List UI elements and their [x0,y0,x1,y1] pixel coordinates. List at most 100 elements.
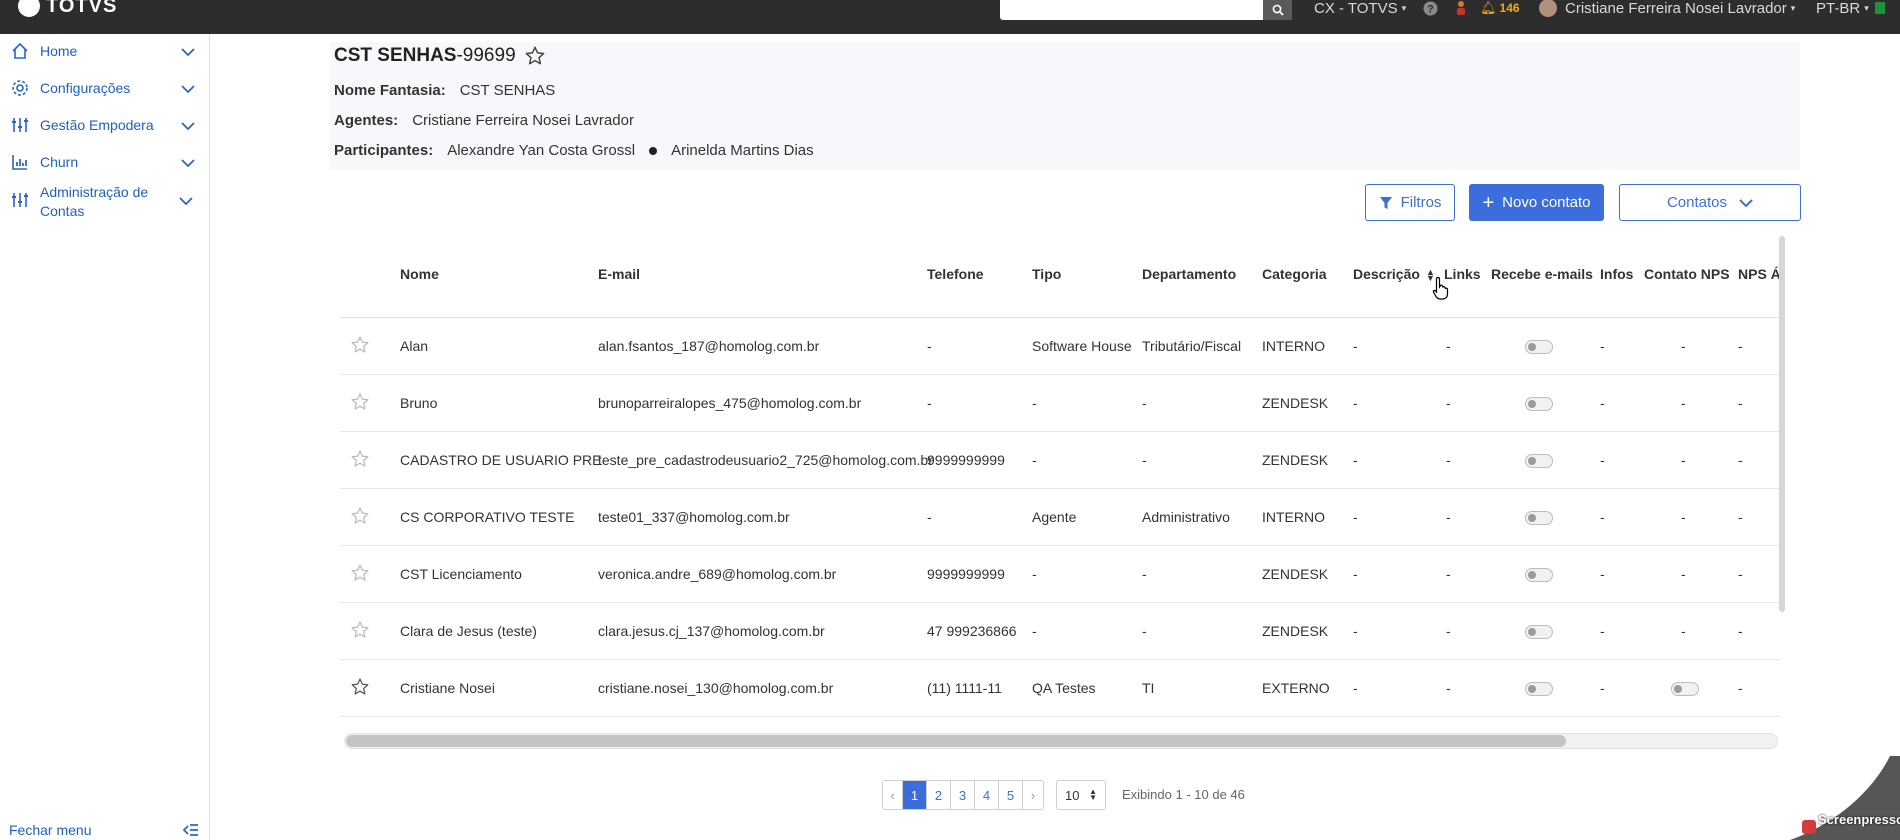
new-contact-label: Novo contato [1502,194,1591,211]
page-size-select[interactable]: 10 ▲ ▼ [1056,780,1106,810]
cell-categoria: ZENDESK [1262,452,1329,468]
receive-emails-toggle[interactable] [1525,454,1553,468]
table-row[interactable]: CS CORPORATIVO TESTE teste01_337@homolog.… [340,489,1780,546]
page-button[interactable]: 4 [975,781,999,809]
fantasy-name-value: CST SENHAS [459,82,556,99]
search-button[interactable] [1263,0,1292,20]
column-header-categoria[interactable]: Categoria [1262,266,1327,282]
column-header-descricao[interactable]: Descrição ▲ ▼ [1353,266,1435,283]
cell-tipo: - [1032,452,1037,468]
vertical-scrollbar[interactable] [1779,236,1785,612]
sidebar-item-home[interactable]: Home [0,42,210,62]
favorite-star-icon[interactable] [350,449,370,469]
participant-name: Arinelda Martins Dias [671,142,814,159]
chevron-down-icon [181,159,195,168]
language-selector[interactable]: PT-BR ▾ [1816,0,1885,17]
prev-page-button[interactable]: ‹ [883,781,903,809]
receive-emails-toggle[interactable] [1525,568,1553,582]
fantasy-name-row: Nome Fantasia: CST SENHAS [334,82,555,99]
sidebar-item-label: Administração de Contas [40,184,149,219]
page-button[interactable]: 1 [903,781,927,809]
cell-telefone: 47 999236866 [927,623,1017,639]
scrollbar-thumb[interactable] [346,735,1566,747]
close-menu-button[interactable]: Fechar menu [9,820,199,840]
sidebar-item-administracao-de-contas[interactable]: Administração de Contas [0,183,210,221]
cell-categoria: INTERNO [1262,509,1325,525]
cell-email: veronica.andre_689@homolog.com.br [598,566,837,582]
column-header-contato-nps[interactable]: Contato NPS [1644,266,1730,282]
table-row[interactable]: Cristiane Nosei cristiane.nosei_130@homol… [340,660,1780,717]
user-menu[interactable]: Cristiane Ferreira Nosei Lavrador ▾ [1539,0,1796,17]
company-selector[interactable]: CX - TOTVS ▾ [1314,0,1406,17]
cell-links: - [1446,338,1451,354]
receive-emails-toggle[interactable] [1525,340,1553,354]
favorite-star-icon[interactable] [350,677,370,697]
column-header-email[interactable]: E-mail [598,266,640,282]
next-page-button[interactable]: › [1023,781,1043,809]
cell-departamento: - [1142,395,1147,411]
brand-logo[interactable]: TOTVS [18,0,117,18]
brand-name: TOTVS [46,0,118,17]
sidebar-item-configuracoes[interactable]: Configurações [0,79,210,99]
favorite-star-icon[interactable] [350,506,370,526]
page-button[interactable]: 2 [927,781,951,809]
contacts-label: Contatos [1666,194,1728,211]
close-menu-label: Fechar menu [9,822,92,838]
column-header-nps[interactable]: NPS Á [1738,266,1780,282]
page-button[interactable]: 3 [951,781,975,809]
results-count: Exibindo 1 - 10 de 46 [1122,787,1245,802]
contacts-dropdown[interactable]: Contatos [1619,184,1801,221]
contato-nps-toggle[interactable] [1671,682,1699,696]
account-info-card: CST SENHAS -99699 Nome Fantasia: CST SENH… [330,42,1800,170]
company-label: CX - TOTVS [1314,0,1398,17]
cell-tipo: - [1032,395,1037,411]
help-icon[interactable]: ? [1423,0,1438,16]
receive-emails-toggle[interactable] [1525,625,1553,639]
agents-value: Cristiane Ferreira Nosei Lavrador [412,112,634,129]
table-row[interactable]: CADASTRO DE USUARIO PRE teste_pre_cadastr… [340,432,1780,489]
column-header-telefone[interactable]: Telefone [927,266,984,282]
favorite-star-icon[interactable] [350,335,370,355]
receive-emails-toggle[interactable] [1525,397,1553,411]
receive-emails-toggle[interactable] [1525,511,1553,525]
new-contact-button[interactable]: + Novo contato [1469,184,1604,221]
table-header: Nome E-mail Telefone Tipo Departamento C… [340,236,1780,318]
profile-figure-icon[interactable] [1454,0,1468,16]
avatar [1539,0,1557,17]
screenpresso-watermark [1790,756,1900,840]
sidebar-item-churn[interactable]: Churn [0,153,210,173]
cell-tipo: - [1032,566,1037,582]
cell-nps: - [1738,452,1743,468]
gear-icon [10,79,30,99]
search-input[interactable] [1000,0,1263,20]
column-header-infos[interactable]: Infos [1600,266,1633,282]
cell-infos: - [1600,395,1605,411]
receive-emails-toggle[interactable] [1525,682,1553,696]
favorite-star-icon[interactable] [350,620,370,640]
account-id: -99699 [456,45,516,66]
favorite-star-icon[interactable] [350,563,370,583]
column-header-nome[interactable]: Nome [400,266,439,282]
cell-nps: - [1738,338,1743,354]
favorite-star-icon[interactable] [350,392,370,412]
favorite-star-icon[interactable] [524,45,546,67]
table-row[interactable]: Bruno brunoparreiralopes_475@homolog.com.… [340,375,1780,432]
column-header-recebe-emails[interactable]: Recebe e-mails [1491,266,1593,282]
horizontal-scrollbar[interactable] [344,733,1778,749]
cell-infos: - [1600,680,1605,696]
home-icon [10,42,30,62]
column-header-departamento[interactable]: Departamento [1142,266,1236,282]
page-button[interactable]: 5 [999,781,1023,809]
table-row[interactable]: CST Licenciamento veronica.andre_689@homo… [340,546,1780,603]
sidebar-item-gestao-empodera[interactable]: Gestão Empodera [0,116,210,136]
cell-links: - [1446,623,1451,639]
table-row[interactable]: Clara de Jesus (teste) clara.jesus.cj_137… [340,603,1780,660]
caret-down-icon: ▾ [1790,2,1796,13]
table-row[interactable]: Alan alan.fsantos_187@homolog.com.br - Soft… [340,318,1780,375]
sidebar-item-label: Churn [40,154,79,170]
column-header-tipo[interactable]: Tipo [1032,266,1061,282]
cell-descricao: - [1353,680,1358,696]
filters-button[interactable]: Filtros [1365,184,1455,221]
notifications-button[interactable]: 🔔︎ 146 [1480,0,1520,16]
cell-telefone: 9999999999 [927,566,1005,582]
